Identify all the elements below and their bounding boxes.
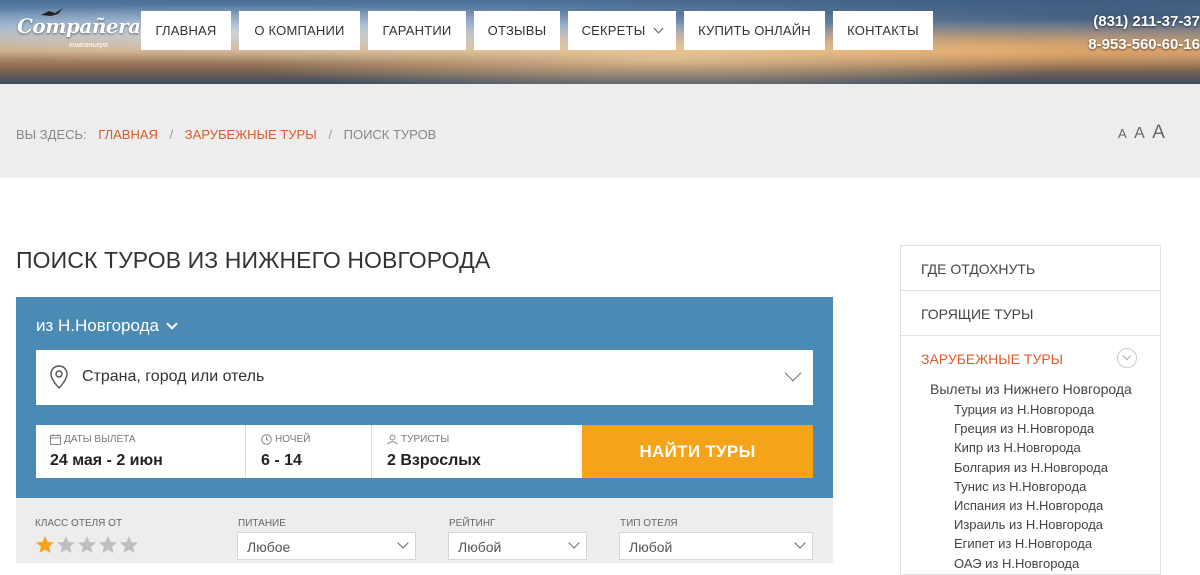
nav-buy-online[interactable]: Купить онлайн [684,11,825,50]
meal-select[interactable]: Любое [237,532,416,560]
star-icon[interactable] [119,535,139,555]
nights-value: 6 - 14 [261,452,302,469]
sidebar-subitem[interactable]: Израиль из Н.Новгорода [954,517,1103,532]
sidebar-subitem[interactable]: Испания из Н.Новгорода [954,498,1103,513]
destination-placeholder: Страна, город или отель [82,368,265,385]
chevron-down-icon [653,23,664,34]
phone-1[interactable]: (831) 211-37-37 [1088,10,1200,33]
chevron-down-icon [568,537,580,549]
rating-select[interactable]: Любой [448,532,587,560]
site-logo[interactable]: Compañera компаньера [17,8,141,49]
breadcrumb-label: Вы здесь: [16,127,87,142]
chevron-down-icon [794,537,806,549]
nav-secrets[interactable]: Секреты [568,11,676,50]
tourists-value: 2 Взрослых [387,452,481,469]
sidebar-item-foreign-tours[interactable]: Зарубежные туры [901,336,1160,381]
sidebar-subheading[interactable]: Вылеты из Нижнего Новгорода [930,381,1132,397]
location-pin-icon [50,365,68,389]
destination-input[interactable]: Страна, город или отель [36,350,813,405]
sidebar-subitem[interactable]: Болгария из Н.Новгорода [954,460,1108,475]
breadcrumb: Вы здесь: Главная / Зарубежные туры / По… [16,127,437,142]
sidebar-subitem[interactable]: Египет из Н.Новгорода [954,536,1092,551]
dates-value: 24 мая - 2 июн [50,452,163,469]
hotel-type-select[interactable]: Любой [619,532,813,560]
logo-subtitle: компаньера [69,42,108,49]
phone-numbers: (831) 211-37-37 8-953-560-60-16 [1088,10,1200,56]
breadcrumb-current: Поиск туров [343,127,437,142]
star-icon[interactable] [98,535,118,555]
star-icon[interactable] [77,535,97,555]
chevron-down-icon [784,364,802,382]
user-icon [387,434,398,445]
sidebar-item-where-to-rest[interactable]: Где отдохнуть [901,246,1160,291]
expand-chevron-icon[interactable] [1117,348,1137,368]
sidebar-item-hot-tours[interactable]: Горящие туры [901,291,1160,336]
sidebar-subitem[interactable]: Греция из Н.Новгорода [954,421,1094,436]
clock-icon [261,434,272,445]
chevron-down-icon [166,317,178,330]
font-size-small[interactable]: A [1118,126,1127,141]
nav-contacts[interactable]: Контакты [833,11,933,50]
font-size-medium[interactable]: A [1134,125,1145,142]
bird-icon [41,8,63,16]
find-tours-button[interactable]: Найти туры [582,425,813,478]
nav-about[interactable]: О компании [239,11,360,50]
dates-field[interactable]: Даты вылета 24 мая - 2 июн [36,425,245,478]
font-size-large[interactable]: A [1152,122,1165,143]
sidebar-subitem[interactable]: Кипр из Н.Новгорода [954,440,1081,455]
calendar-icon [50,434,61,445]
phone-2[interactable]: 8-953-560-60-16 [1088,33,1200,56]
departure-city-select[interactable]: из Н.Новгорода [36,316,178,336]
rating-label: Рейтинг [449,518,496,529]
sidebar-subitem[interactable]: Тунис из Н.Новгорода [954,479,1086,494]
nav-guarantees[interactable]: Гарантии [368,11,466,50]
nights-field[interactable]: Ночей 6 - 14 [246,425,371,478]
meal-label: Питание [238,518,286,529]
breadcrumb-foreign-tours[interactable]: Зарубежные туры [185,127,317,142]
page-title: Поиск туров из Нижнего Новгорода [16,247,491,273]
star-icon[interactable] [56,535,76,555]
font-size-control: A A A [1118,122,1168,144]
hotel-type-label: Тип отеля [620,518,678,529]
star-icon[interactable] [35,535,55,555]
hotel-class-label: Класс отеля от [35,518,123,529]
hotel-class-stars[interactable] [35,535,140,555]
header-banner: Compañera компаньера Главная О компании … [0,0,1200,84]
nav-home[interactable]: Главная [141,11,231,50]
logo-text: Compañera [17,14,141,38]
sidebar-subitem[interactable]: Турция из Н.Новгорода [954,402,1094,417]
search-params: Даты вылета 24 мая - 2 июн Ночей 6 - 14 … [36,425,582,478]
sidebar-subitem[interactable]: ОАЭ из Н.Новгорода [954,556,1079,571]
chevron-down-icon [397,537,409,549]
breadcrumb-home[interactable]: Главная [98,127,158,142]
tourists-field[interactable]: Туристы 2 Взрослых [372,425,582,478]
nav-reviews[interactable]: Отзывы [474,11,560,50]
